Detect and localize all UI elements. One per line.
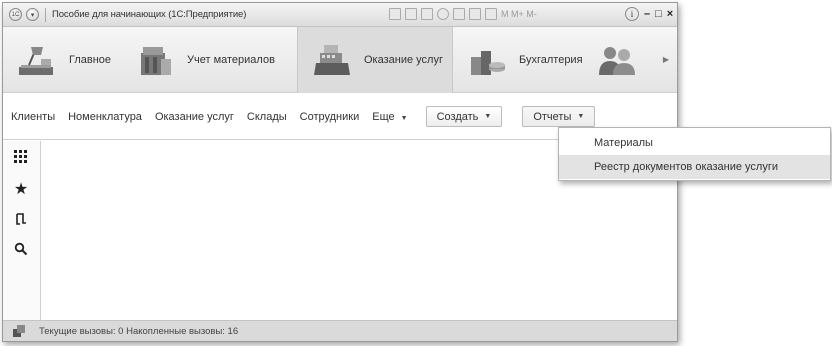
search-icon[interactable] (11, 239, 31, 259)
close-button[interactable]: × (667, 7, 673, 21)
maximize-button[interactable]: □ (655, 7, 662, 21)
reports-dropdown-menu: Материалы Реестр документов оказание усл… (558, 127, 831, 181)
memory-buttons[interactable]: M M+ M- (501, 9, 537, 19)
section-label: Учет материалов (187, 53, 275, 66)
nav-warehouses[interactable]: Склады (247, 111, 287, 123)
materials-icon (135, 43, 175, 77)
nav-services[interactable]: Оказание услуг (155, 111, 234, 123)
people-icon (597, 43, 637, 77)
reports-button[interactable]: Отчеты ▼ (522, 106, 596, 127)
preview-icon[interactable] (421, 8, 433, 20)
create-label: Создать (436, 110, 479, 123)
nav-more[interactable]: Еще ▼ (372, 111, 407, 123)
nav-clients[interactable]: Клиенты (11, 111, 55, 123)
sections-panel: Главное Учет материалов Оказание услуг Б… (3, 26, 677, 93)
window-title: Пособие для начинающих (1С:Предприятие) (52, 9, 247, 20)
menu-item-label: Материалы (594, 137, 653, 149)
reports-label: Отчеты (533, 110, 572, 123)
section-label: Бухгалтерия (519, 53, 583, 66)
history-icon[interactable] (11, 209, 31, 229)
menu-item-materials[interactable]: Материалы (559, 131, 830, 155)
cash-register-icon (312, 43, 352, 77)
title-separator (45, 7, 46, 22)
history-icon[interactable] (453, 8, 465, 20)
chevron-down-icon: ▼ (400, 114, 408, 122)
calls-icon[interactable] (13, 325, 25, 337)
chevron-down-icon: ▼ (484, 113, 492, 120)
status-text: Текущие вызовы: 0 Накопленные вызовы: 16 (39, 325, 239, 337)
status-bar: Текущие вызовы: 0 Накопленные вызовы: 16 (3, 320, 677, 341)
section-label: Главное (69, 53, 112, 66)
calendar-icon[interactable] (469, 8, 481, 20)
desk-lamp-icon (17, 43, 57, 77)
window-controls: i – □ × (625, 7, 673, 21)
left-toolbar: ★ (3, 141, 41, 320)
coins-icon (467, 43, 507, 77)
1c-logo-icon[interactable]: 1С (9, 8, 22, 21)
section-materials[interactable]: Учет материалов (121, 27, 297, 93)
title-bar: 1С ▾ Пособие для начинающих (1С:Предприя… (3, 3, 677, 27)
nav-nomenclature[interactable]: Номенклатура (68, 111, 142, 123)
info-icon[interactable]: i (625, 7, 639, 21)
star-icon[interactable]: ★ (11, 179, 31, 199)
section-main[interactable]: Главное (3, 27, 121, 93)
main-menu-icon[interactable]: ▾ (26, 8, 39, 21)
chevron-down-icon: ▼ (577, 113, 585, 120)
nav-more-label: Еще (372, 110, 395, 123)
minimize-button[interactable]: – (644, 7, 650, 21)
favorites-icon[interactable] (437, 8, 449, 20)
section-services[interactable]: Оказание услуг (297, 26, 453, 93)
save-icon[interactable] (389, 8, 401, 20)
menu-item-label: Реестр документов оказание услуги (594, 161, 779, 173)
section-label: Оказание услуг (364, 53, 443, 66)
title-toolbar: M M+ M- (389, 8, 537, 20)
section-accounting[interactable]: Бухгалтерия (453, 27, 589, 93)
nav-employees[interactable]: Сотрудники (300, 111, 360, 123)
print-icon[interactable] (405, 8, 417, 20)
grid-menu-icon[interactable] (11, 147, 31, 167)
calculator-icon[interactable] (485, 8, 497, 20)
create-button[interactable]: Создать ▼ (425, 106, 503, 127)
menu-item-services-register[interactable]: Реестр документов оказание услуги (559, 155, 830, 179)
scroll-right-icon[interactable]: ▶ (663, 55, 669, 64)
